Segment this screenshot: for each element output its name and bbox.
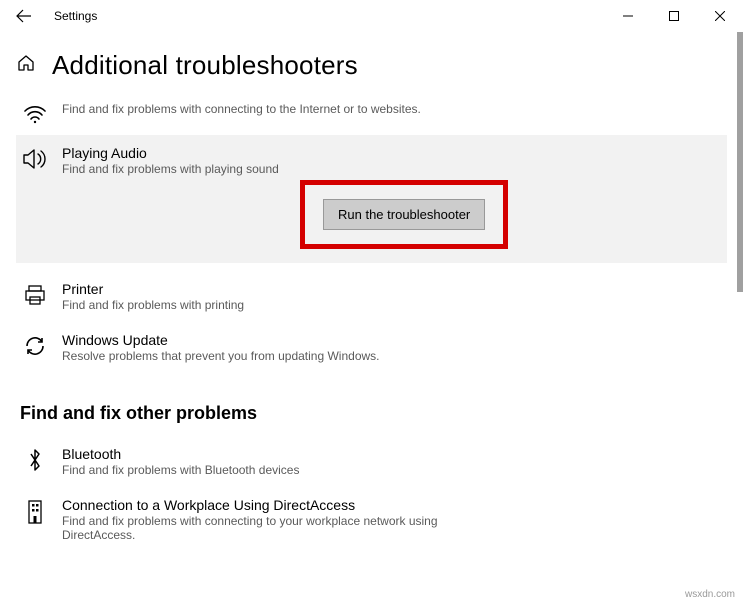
- troubleshooter-desc: Find and fix problems with connecting to…: [62, 102, 442, 116]
- other-troubleshooter-list: Bluetooth Find and fix problems with Blu…: [16, 436, 727, 552]
- troubleshooter-desc: Find and fix problems with Bluetooth dev…: [62, 463, 721, 477]
- troubleshooter-bluetooth[interactable]: Bluetooth Find and fix problems with Blu…: [16, 436, 727, 487]
- minimize-icon: [623, 11, 633, 21]
- close-icon: [715, 11, 725, 21]
- troubleshooter-text: Printer Find and fix problems with print…: [62, 281, 721, 312]
- content-area: Additional troubleshooters Find and fix …: [0, 32, 743, 606]
- printer-icon: [22, 281, 48, 307]
- scrollbar[interactable]: [737, 32, 743, 292]
- workplace-icon: [22, 497, 48, 525]
- update-icon: [22, 332, 48, 358]
- home-icon[interactable]: [16, 53, 38, 78]
- highlight-box: Run the troubleshooter: [300, 180, 508, 249]
- troubleshooter-desc: Find and fix problems with printing: [62, 298, 721, 312]
- maximize-icon: [669, 11, 679, 21]
- troubleshooter-text: Windows Update Resolve problems that pre…: [62, 332, 721, 363]
- troubleshooter-internet[interactable]: Find and fix problems with connecting to…: [16, 91, 727, 135]
- troubleshooter-directaccess[interactable]: Connection to a Workplace Using DirectAc…: [16, 487, 727, 552]
- troubleshooter-text: Connection to a Workplace Using DirectAc…: [62, 497, 721, 542]
- troubleshooter-name: Printer: [62, 281, 721, 297]
- troubleshooter-desc: Resolve problems that prevent you from u…: [62, 349, 721, 363]
- troubleshooter-windows-update[interactable]: Windows Update Resolve problems that pre…: [16, 322, 727, 373]
- troubleshooter-audio-block: Playing Audio Find and fix problems with…: [16, 135, 727, 263]
- troubleshooter-text: Playing Audio Find and fix problems with…: [62, 145, 721, 176]
- troubleshooter-name: Bluetooth: [62, 446, 721, 462]
- page-header: Additional troubleshooters: [16, 50, 727, 81]
- troubleshooter-desc: Find and fix problems with playing sound: [62, 162, 721, 176]
- troubleshooter-printer[interactable]: Printer Find and fix problems with print…: [16, 271, 727, 322]
- maximize-button[interactable]: [651, 0, 697, 32]
- home-icon-svg: [16, 53, 36, 73]
- troubleshooter-text: Find and fix problems with connecting to…: [62, 101, 721, 116]
- troubleshooter-name: Playing Audio: [62, 145, 721, 161]
- speaker-icon: [22, 145, 48, 171]
- window-controls: [605, 0, 743, 32]
- page-title: Additional troubleshooters: [52, 50, 358, 81]
- close-button[interactable]: [697, 0, 743, 32]
- watermark: wsxdn.com: [685, 589, 735, 600]
- section-heading: Find and fix other problems: [20, 403, 727, 424]
- troubleshooter-list: Find and fix problems with connecting to…: [16, 91, 727, 373]
- troubleshooter-desc: Find and fix problems with connecting to…: [62, 514, 462, 542]
- back-button[interactable]: [8, 0, 40, 32]
- arrow-left-icon: [16, 8, 32, 24]
- window-title: Settings: [54, 9, 97, 23]
- bluetooth-icon: [22, 446, 48, 474]
- troubleshooter-text: Bluetooth Find and fix problems with Blu…: [62, 446, 721, 477]
- troubleshooter-audio[interactable]: Playing Audio Find and fix problems with…: [16, 135, 727, 186]
- wifi-icon: [22, 101, 48, 125]
- troubleshooter-name: Windows Update: [62, 332, 721, 348]
- troubleshooter-name: Connection to a Workplace Using DirectAc…: [62, 497, 721, 513]
- run-troubleshooter-button[interactable]: Run the troubleshooter: [323, 199, 485, 230]
- titlebar: Settings: [0, 0, 743, 32]
- minimize-button[interactable]: [605, 0, 651, 32]
